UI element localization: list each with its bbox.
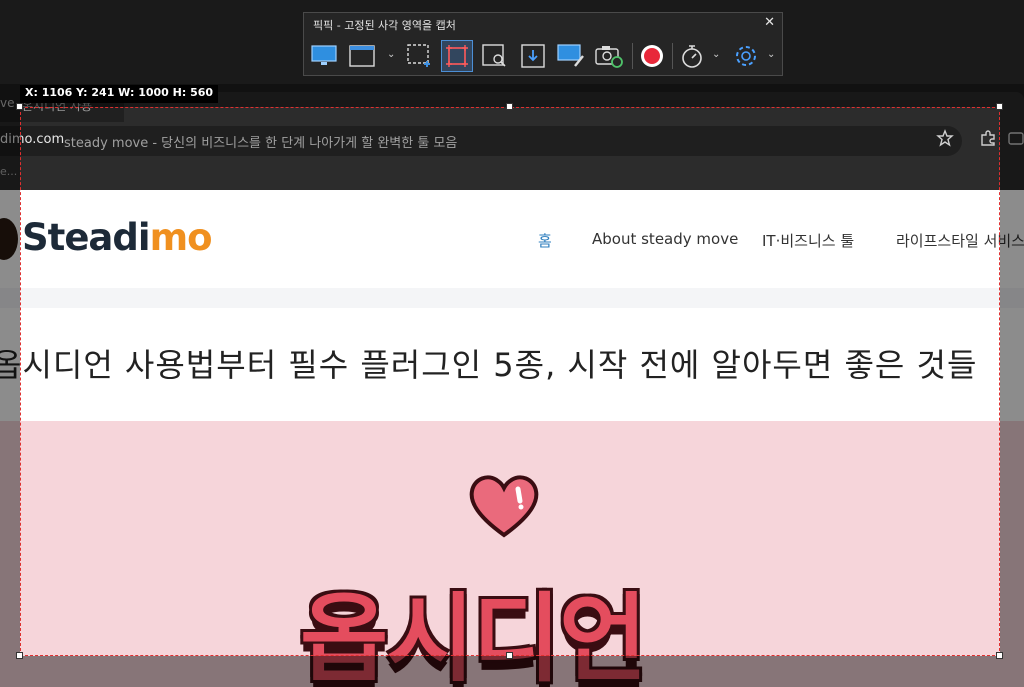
resize-handle-bl[interactable] [16, 652, 23, 659]
chevron-down-icon[interactable]: ⌄ [387, 49, 395, 60]
chevron-down-icon[interactable]: ⌄ [712, 49, 720, 60]
timer-icon[interactable] [676, 40, 708, 72]
capture-window-icon[interactable] [346, 40, 378, 72]
capture-repeat-camera-icon[interactable] [593, 40, 625, 72]
screen: ve 온시디언 사용 dimo.com steady move - 당신의 비즈… [0, 0, 1024, 687]
chevron-down-icon[interactable]: ⌄ [767, 49, 775, 60]
capture-fixed-region-icon[interactable] [441, 40, 473, 72]
record-icon[interactable] [636, 40, 668, 72]
capture-toolbar: 픽픽 - 고정된 사각 영역을 캡처 ✕ ⌄ ⌄ ⌄ [303, 12, 783, 76]
resize-handle-t[interactable] [506, 103, 513, 110]
capture-screen-edit-icon[interactable] [555, 40, 587, 72]
resize-handle-tr[interactable] [996, 103, 1003, 110]
selection-coordinates: X: 1106 Y: 241 W: 1000 H: 560 [20, 85, 219, 103]
capture-toolbar-title: 픽픽 - 고정된 사각 영역을 캡처 [313, 19, 456, 32]
settings-gear-icon[interactable] [730, 40, 762, 72]
dim-overlay-bottom [0, 656, 1024, 687]
close-icon[interactable]: ✕ [764, 15, 775, 30]
toolbar-separator [632, 43, 633, 69]
capture-scroll-icon[interactable] [479, 40, 511, 72]
resize-handle-br[interactable] [996, 652, 1003, 659]
toolbar-separator [672, 43, 673, 69]
resize-handle-b[interactable] [506, 652, 513, 659]
capture-download-icon[interactable] [517, 40, 549, 72]
capture-fullscreen-icon[interactable] [308, 40, 340, 72]
capture-region-icon[interactable] [404, 40, 436, 72]
capture-selection-rect[interactable] [20, 107, 1000, 656]
dim-overlay-right [1000, 107, 1024, 656]
resize-handle-tl[interactable] [16, 103, 23, 110]
dim-overlay-left [0, 107, 20, 656]
